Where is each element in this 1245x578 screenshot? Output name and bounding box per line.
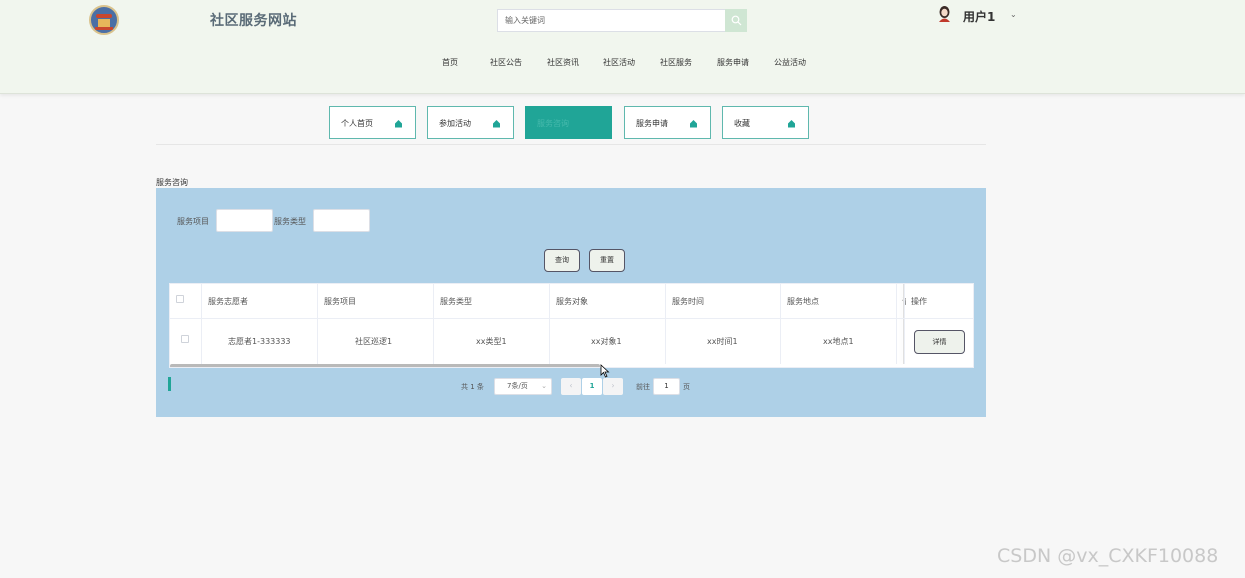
- reset-button[interactable]: 重置: [589, 249, 625, 272]
- column-header: 服务时间: [672, 297, 704, 306]
- nav-item-activities[interactable]: 社区活动: [603, 57, 635, 68]
- next-page-button[interactable]: ›: [603, 378, 623, 395]
- prev-page-button[interactable]: ‹: [561, 378, 581, 395]
- table-cell: 志愿者1-333333: [228, 337, 291, 346]
- service-item-input[interactable]: [216, 209, 273, 232]
- section-title: 服务咨询: [156, 178, 188, 187]
- tab-label: 服务申请: [636, 119, 668, 128]
- column-header: 服务志愿者: [208, 297, 248, 306]
- data-table: 服务志愿者 服务项目 服务类型 服务对象 服务时间 服务地点 请 操作 志愿者1…: [169, 283, 974, 368]
- mouse-cursor-icon: [600, 364, 610, 378]
- table-cell: xx时间1: [707, 337, 738, 346]
- table-cell: xx类型1: [476, 337, 507, 346]
- home-icon: [493, 120, 500, 128]
- column-header-actions: 操作: [911, 297, 927, 306]
- search-input[interactable]: [498, 10, 726, 31]
- detail-button[interactable]: 详情: [914, 330, 965, 354]
- site-title: 社区服务网站: [210, 13, 297, 29]
- goto-label: 前往: [636, 383, 650, 391]
- column-header: 服务项目: [324, 297, 356, 306]
- filter-label-service-item: 服务项目: [177, 217, 209, 226]
- search-button[interactable]: [725, 9, 747, 32]
- column-header: 服务地点: [787, 297, 819, 306]
- search-icon: [731, 15, 742, 26]
- page-size-select[interactable]: 7条/页 ⌄: [494, 378, 552, 395]
- tab-favorites[interactable]: 收藏: [722, 106, 809, 139]
- column-header: 服务对象: [556, 297, 588, 306]
- tab-label: 服务咨询: [537, 119, 569, 128]
- home-icon: [690, 120, 697, 128]
- filter-label-service-type: 服务类型: [274, 217, 306, 226]
- table-cell: 社区巡逻1: [355, 337, 393, 346]
- home-icon: [788, 120, 795, 128]
- site-header: 社区服务网站 用户1 ⌄ 首页 社区公告 社区资讯 社区活动 社区服务 服务申请…: [0, 0, 1245, 94]
- page-suffix: 页: [683, 383, 690, 391]
- divider: [156, 144, 986, 145]
- left-marker: [168, 377, 171, 391]
- nav-item-announcements[interactable]: 社区公告: [490, 57, 522, 68]
- user-name[interactable]: 用户1: [963, 8, 995, 25]
- table-cell: xx对象1: [591, 337, 622, 346]
- search-box[interactable]: [497, 9, 726, 32]
- tab-join-activities[interactable]: 参加活动: [427, 106, 514, 139]
- chevron-down-icon[interactable]: ⌄: [1010, 10, 1017, 19]
- pager-total: 共 1 条: [461, 383, 484, 391]
- tab-service-apply[interactable]: 服务申请: [624, 106, 711, 139]
- tab-personal-home[interactable]: 个人首页: [329, 106, 416, 139]
- user-avatar-icon[interactable]: [936, 5, 953, 22]
- goto-page-input[interactable]: 1: [653, 378, 680, 395]
- horizontal-scrollbar[interactable]: [170, 364, 600, 367]
- service-type-input[interactable]: [313, 209, 370, 232]
- chevron-down-icon: ⌄: [541, 382, 547, 390]
- site-logo: [89, 5, 119, 35]
- row-checkbox[interactable]: [181, 335, 189, 343]
- watermark: CSDN @vx_CXKF10088: [997, 545, 1219, 567]
- table-cell: xx地点1: [823, 337, 854, 346]
- main-nav: 首页 社区公告 社区资讯 社区活动 社区服务 服务申请 公益活动: [0, 57, 1245, 69]
- tab-label: 收藏: [734, 119, 750, 128]
- home-icon: [395, 120, 402, 128]
- nav-item-charity[interactable]: 公益活动: [774, 57, 806, 68]
- tab-service-consult[interactable]: 服务咨询: [525, 106, 612, 139]
- page-size-value: 7条/页: [507, 382, 528, 390]
- select-all-checkbox[interactable]: [176, 295, 184, 303]
- nav-item-home[interactable]: 首页: [442, 57, 458, 68]
- nav-item-news[interactable]: 社区资讯: [547, 57, 579, 68]
- tab-label: 个人首页: [341, 119, 373, 128]
- nav-item-services[interactable]: 社区服务: [660, 57, 692, 68]
- query-button[interactable]: 查询: [544, 249, 580, 272]
- column-header: 服务类型: [440, 297, 472, 306]
- tab-label: 参加活动: [439, 119, 471, 128]
- nav-item-service-apply[interactable]: 服务申请: [717, 57, 749, 68]
- page-number-current[interactable]: 1: [582, 378, 602, 395]
